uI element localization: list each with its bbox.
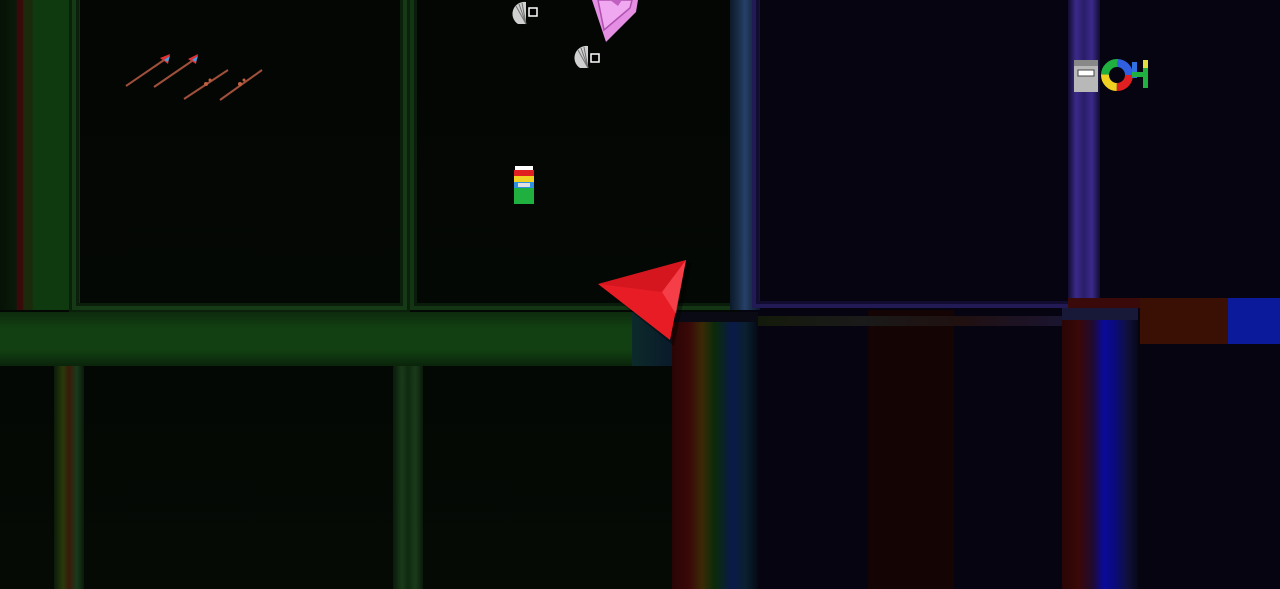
room-frame-top-right bbox=[752, 0, 1077, 308]
power-cell-icon[interactable] bbox=[1072, 58, 1100, 94]
rainbow-pillar-right bbox=[1062, 320, 1138, 589]
left-wall-stripes bbox=[0, 0, 80, 310]
orange-block bbox=[1140, 298, 1228, 344]
right-pillar-cap bbox=[1062, 308, 1138, 320]
letter-h-icon[interactable] bbox=[1130, 58, 1152, 90]
cursor-arrow-icon bbox=[598, 260, 692, 346]
room-frame-top-left bbox=[72, 0, 407, 310]
battery-pack-icon[interactable] bbox=[512, 164, 536, 206]
lower-mid-pillar bbox=[393, 366, 423, 589]
brown-column bbox=[868, 310, 954, 589]
cone-shield-icon[interactable] bbox=[510, 0, 542, 28]
color-wheel-icon[interactable] bbox=[1100, 58, 1134, 92]
green-floor-band bbox=[0, 312, 632, 366]
blue-block bbox=[1228, 298, 1280, 344]
lower-left-pillar bbox=[54, 366, 84, 589]
cone-shield-icon[interactable] bbox=[572, 44, 604, 72]
rainbow-pillar-center bbox=[672, 320, 758, 589]
arrow-pickup-icon[interactable] bbox=[120, 50, 270, 105]
pink-crystal-icon[interactable] bbox=[588, 0, 644, 44]
right-purple-pillar bbox=[1068, 0, 1100, 305]
horizontal-thin-band bbox=[758, 316, 1063, 326]
right-top-band bbox=[1068, 298, 1140, 308]
